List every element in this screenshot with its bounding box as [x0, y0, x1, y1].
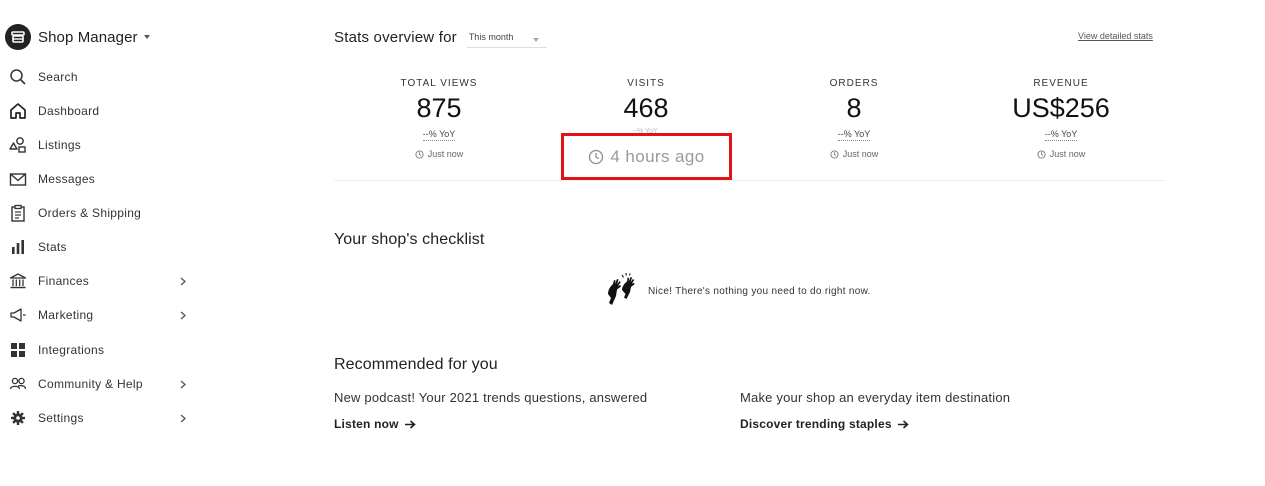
caret-down-icon [143, 33, 152, 41]
home-icon [8, 101, 28, 121]
megaphone-icon [8, 305, 28, 325]
stat-card-revenue: REVENUE US$256 --% YoY Just now [971, 78, 1151, 159]
sidebar-item-orders-shipping[interactable]: Orders & Shipping [8, 201, 192, 225]
period-select[interactable]: This month [466, 26, 547, 48]
stat-label: ORDERS [829, 78, 879, 89]
sidebar-item-label: Orders & Shipping [38, 206, 142, 220]
sidebar: Shop Manager Search Dashboard Listings M… [0, 0, 200, 486]
stats-overview-title: Stats overview for [334, 28, 457, 46]
clipboard-icon [8, 203, 28, 223]
chevron-right-icon [178, 309, 188, 321]
stat-value: 468 [623, 93, 669, 123]
sidebar-item-community-help[interactable]: Community & Help [8, 372, 192, 396]
discover-trending-staples-link[interactable]: Discover trending staples [740, 417, 1010, 431]
chevron-right-icon [178, 378, 188, 390]
sidebar-item-settings[interactable]: Settings [8, 406, 192, 430]
sidebar-item-label: Stats [38, 240, 67, 254]
clock-icon [589, 149, 604, 164]
gear-icon [8, 408, 28, 428]
stat-updated-text: Just now [427, 149, 464, 159]
search-icon [8, 67, 28, 87]
sidebar-item-label: Marketing [38, 308, 94, 322]
listen-now-link[interactable]: Listen now [334, 417, 647, 431]
stat-label: VISITS [627, 78, 665, 89]
stat-yoy: --% YoY [422, 129, 456, 141]
stat-label: REVENUE [1033, 78, 1089, 89]
shop-manager-logo-icon [5, 24, 31, 50]
recommended-link-label: Listen now [334, 417, 399, 431]
sidebar-item-listings[interactable]: Listings [8, 133, 192, 157]
stat-updated-text: Just now [1049, 149, 1086, 159]
arrow-right-icon [404, 419, 416, 429]
sidebar-item-messages[interactable]: Messages [8, 167, 192, 191]
stat-value: 875 [416, 93, 462, 123]
sidebar-item-integrations[interactable]: Integrations [8, 338, 192, 362]
stat-label: TOTAL VIEWS [400, 78, 478, 89]
view-detailed-stats-link[interactable]: View detailed stats [1078, 31, 1153, 41]
sidebar-item-label: Integrations [38, 343, 105, 357]
shop-manager-menu[interactable]: Shop Manager [5, 24, 152, 50]
sidebar-item-label: Listings [38, 138, 82, 152]
highlight-box-visits-updated: 4 hours ago [561, 133, 732, 180]
stat-updated: Just now [764, 149, 944, 159]
sidebar-item-stats[interactable]: Stats [8, 235, 192, 259]
checklist-message: Nice! There's nothing you need to do rig… [648, 286, 871, 297]
sidebar-item-marketing[interactable]: Marketing [8, 303, 192, 327]
recommended-description: New podcast! Your 2021 trends questions,… [334, 390, 648, 405]
checklist-title: Your shop's checklist [334, 231, 485, 248]
stat-yoy: --% YoY [837, 129, 871, 141]
clock-icon [830, 149, 839, 159]
bank-icon [8, 271, 28, 291]
stat-updated-text: 4 hours ago [610, 146, 705, 166]
stat-card-visits: VISITS 468 [556, 78, 736, 124]
recommended-card-podcast: New podcast! Your 2021 trends questions,… [334, 390, 647, 431]
chevron-right-icon [178, 275, 188, 287]
recommended-description: Make your shop an everyday item destinat… [740, 390, 1011, 405]
period-select-value: This month [468, 31, 514, 42]
recommended-title: Recommended for you [334, 356, 498, 373]
chevron-right-icon [178, 412, 188, 424]
sidebar-item-label: Settings [38, 411, 84, 425]
raised-hands-icon [605, 272, 639, 311]
stats-header: Stats overview for This month [334, 26, 547, 48]
sidebar-item-label: Dashboard [38, 104, 100, 118]
sidebar-item-label: Messages [38, 172, 96, 186]
sidebar-item-label: Community & Help [38, 377, 143, 391]
people-icon [8, 374, 28, 394]
recommended-link-label: Discover trending staples [740, 417, 892, 431]
recommended-card-staples: Make your shop an everyday item destinat… [740, 390, 1010, 431]
stat-value: US$256 [1012, 93, 1110, 123]
clock-icon [415, 149, 424, 159]
clock-icon [1037, 149, 1046, 159]
sidebar-item-dashboard[interactable]: Dashboard [8, 99, 192, 123]
stat-updated: Just now [349, 149, 529, 159]
stat-card-total-views: TOTAL VIEWS 875 --% YoY Just now [349, 78, 529, 159]
stat-yoy: --% YoY [1044, 129, 1078, 141]
grid-icon [8, 340, 28, 360]
stat-card-orders: ORDERS 8 --% YoY Just now [764, 78, 944, 159]
sidebar-item-search[interactable]: Search [8, 65, 192, 89]
envelope-icon [8, 169, 28, 189]
stat-value: 8 [846, 93, 862, 123]
stats-divider [334, 180, 1166, 181]
sidebar-item-label: Search [38, 70, 78, 84]
checklist-empty-state: Nice! There's nothing you need to do rig… [605, 272, 871, 311]
stat-updated: 4 hours ago [588, 147, 704, 167]
stat-updated: Just now [971, 149, 1151, 159]
sidebar-item-finances[interactable]: Finances [8, 269, 192, 293]
caret-down-icon [532, 34, 539, 44]
shapes-icon [8, 135, 28, 155]
stat-updated-text: Just now [842, 149, 879, 159]
bar-chart-icon [8, 237, 28, 257]
arrow-right-icon [897, 419, 909, 429]
shop-manager-title: Shop Manager [38, 28, 138, 46]
sidebar-item-label: Finances [38, 274, 90, 288]
